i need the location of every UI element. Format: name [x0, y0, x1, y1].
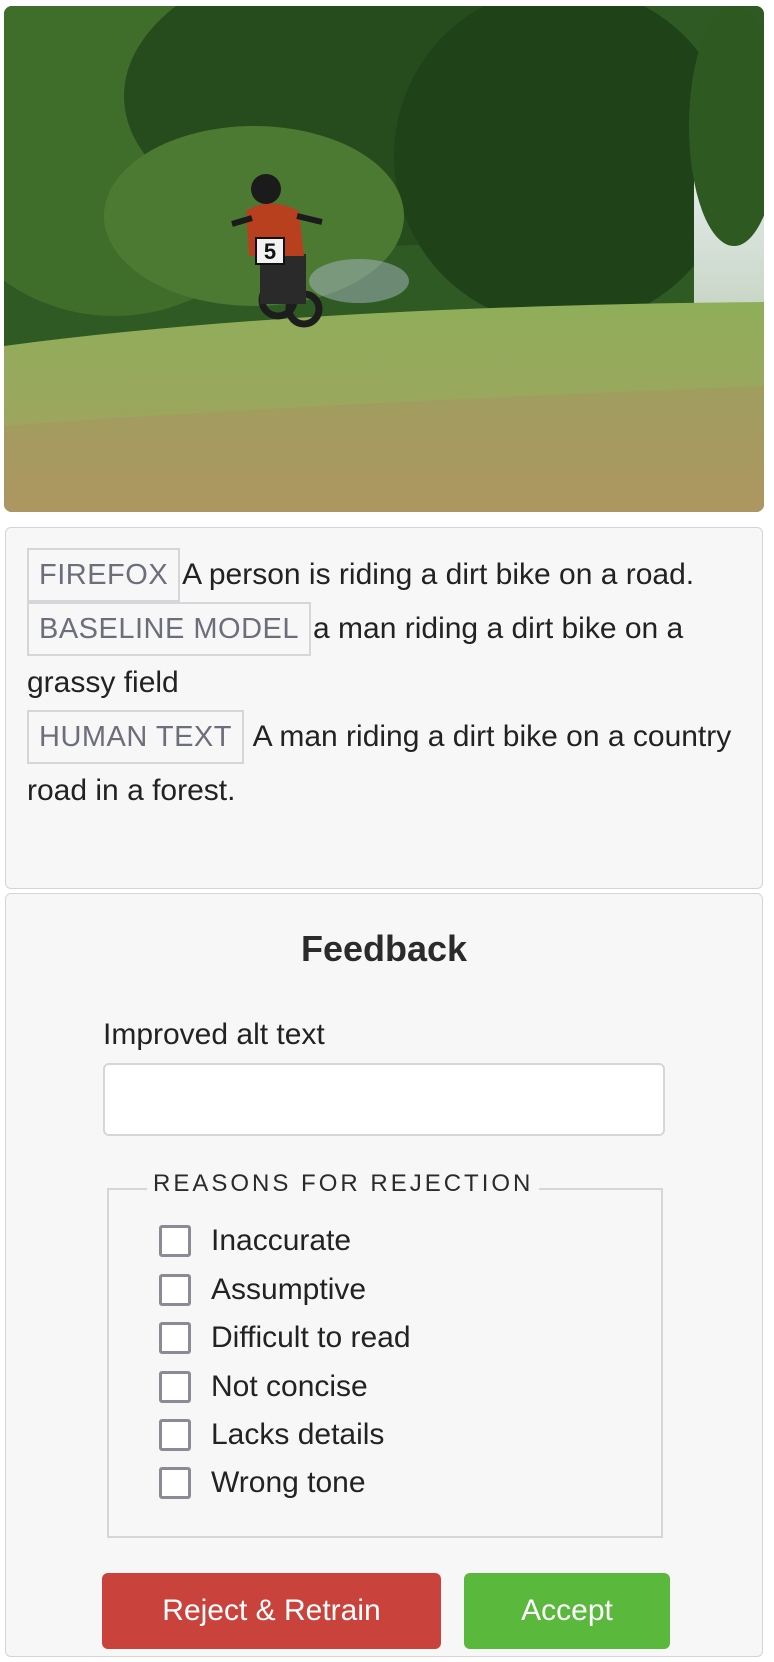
checkbox[interactable] — [159, 1225, 191, 1257]
caption-row-human-text: HUMAN TEXT A man riding a dirt bike on a… — [27, 710, 742, 818]
improved-alt-text-label: Improved alt text — [103, 1018, 325, 1051]
reason-inaccurate[interactable]: Inaccurate — [159, 1221, 351, 1261]
reason-label: Difficult to read — [211, 1321, 411, 1354]
photo-dirt-bike-rider: 5 — [4, 6, 764, 512]
caption-source-tag: FIREFOX — [27, 548, 181, 602]
checkbox[interactable] — [159, 1419, 191, 1451]
reason-not-concise[interactable]: Not concise — [159, 1367, 368, 1407]
accept-button[interactable]: Accept — [464, 1573, 670, 1649]
reason-label: Lacks details — [211, 1418, 385, 1451]
checkbox[interactable] — [159, 1322, 191, 1354]
reasons-for-rejection-fieldset: REASONS FOR REJECTION Inaccurate Assumpt… — [107, 1170, 663, 1538]
reason-label: Inaccurate — [211, 1224, 352, 1257]
caption-source-tag: BASELINE MODEL — [27, 602, 312, 656]
reason-label: Wrong tone — [211, 1466, 366, 1499]
reject-and-retrain-button[interactable]: Reject & Retrain — [102, 1573, 441, 1649]
caption-text: A person is riding a dirt bike on a road… — [182, 558, 695, 591]
reason-label: Assumptive — [211, 1273, 367, 1306]
bib-number: 5 — [264, 239, 276, 264]
reason-difficult-to-read[interactable]: Difficult to read — [159, 1318, 411, 1358]
reason-wrong-tone[interactable]: Wrong tone — [159, 1463, 366, 1503]
feedback-panel: Feedback Improved alt text REASONS FOR R… — [5, 893, 763, 1657]
reason-lacks-details[interactable]: Lacks details — [159, 1415, 384, 1455]
reasons-legend: REASONS FOR REJECTION — [147, 1170, 540, 1198]
reason-label: Not concise — [211, 1370, 368, 1403]
caption-row-baseline-model: BASELINE MODEL a man riding a dirt bike o… — [27, 602, 742, 710]
feedback-title: Feedback — [300, 928, 468, 969]
improved-alt-text-input[interactable] — [103, 1063, 665, 1136]
photo-illustration: 5 — [4, 6, 764, 512]
checkbox[interactable] — [159, 1467, 191, 1499]
checkbox[interactable] — [159, 1274, 191, 1306]
caption-source-tag: HUMAN TEXT — [27, 710, 244, 764]
checkbox[interactable] — [159, 1371, 191, 1403]
reason-assumptive[interactable]: Assumptive — [159, 1270, 366, 1310]
caption-row-firefox: FIREFOX A person is riding a dirt bike on… — [27, 548, 742, 602]
caption-comparison-panel: FIREFOX A person is riding a dirt bike on… — [5, 527, 763, 889]
